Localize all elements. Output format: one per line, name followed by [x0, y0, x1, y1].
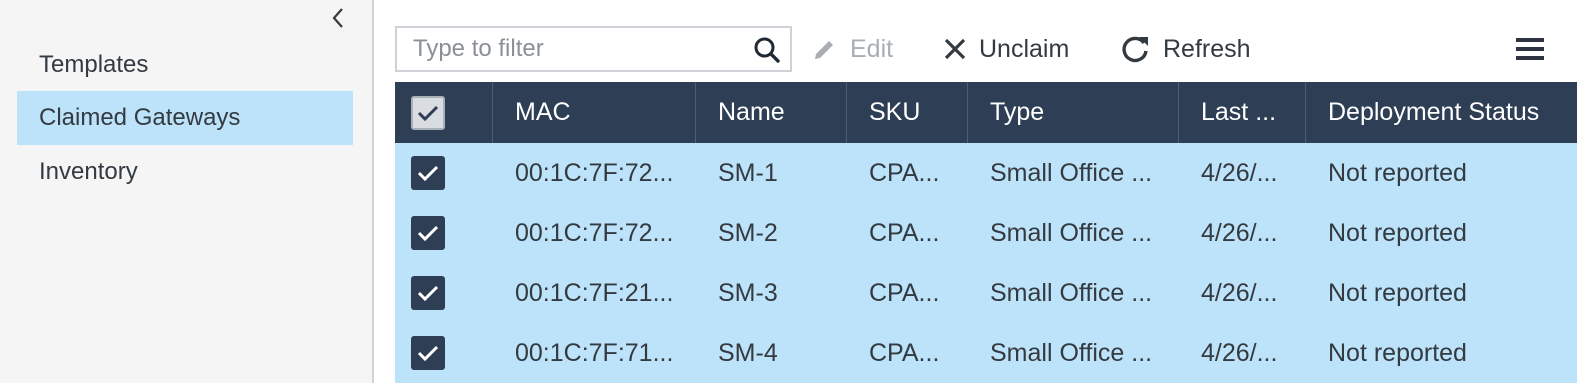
check-icon	[417, 285, 439, 302]
edit-button[interactable]: Edit	[812, 26, 893, 72]
cell-name: SM-2	[718, 218, 778, 247]
unclaim-label: Unclaim	[979, 34, 1070, 63]
sidebar-item-templates[interactable]: Templates	[17, 38, 353, 92]
refresh-button[interactable]: Refresh	[1119, 26, 1251, 72]
table-row[interactable]: 00:1C:7F:72... SM-2 CPA... Small Office ...…	[395, 203, 1577, 263]
column-header-label: Type	[990, 98, 1045, 126]
cell-type: Small Office ...	[990, 218, 1153, 247]
cell-deployment-status: Not reported	[1328, 278, 1467, 307]
row-checkbox[interactable]	[411, 156, 445, 190]
cell-mac: 00:1C:7F:21...	[515, 278, 674, 307]
table-row[interactable]: 00:1C:7F:21... SM-3 CPA... Small Office ...…	[395, 263, 1577, 323]
table-header: MAC Name SKU Type Last ... Deployment St…	[395, 82, 1577, 143]
column-header-label: SKU	[869, 98, 921, 126]
table-row[interactable]: 00:1C:7F:72... SM-1 CPA... Small Office ...…	[395, 143, 1577, 203]
cell-deployment-status: Not reported	[1328, 218, 1467, 247]
cell-sku: CPA...	[869, 158, 940, 187]
sidebar-item-label: Claimed Gateways	[39, 104, 241, 131]
sidebar-item-label: Inventory	[39, 158, 138, 185]
check-icon	[417, 225, 439, 242]
chevron-left-icon	[332, 8, 343, 28]
column-header-label: Name	[718, 98, 785, 126]
column-header-mac[interactable]: MAC	[493, 82, 696, 143]
column-header-name[interactable]: Name	[696, 82, 847, 143]
cell-deployment-status: Not reported	[1328, 338, 1467, 367]
sidebar: Templates Claimed Gateways Inventory	[0, 0, 374, 383]
filter-box	[395, 26, 792, 72]
check-icon	[417, 345, 439, 362]
column-header-last[interactable]: Last ...	[1179, 82, 1306, 143]
row-checkbox[interactable]	[411, 216, 445, 250]
cell-name: SM-3	[718, 278, 778, 307]
sidebar-item-label: Templates	[39, 51, 149, 78]
select-all-header	[395, 82, 493, 143]
cell-sku: CPA...	[869, 218, 940, 247]
cell-last: 4/26/...	[1201, 338, 1278, 367]
collapse-sidebar-button[interactable]	[326, 4, 350, 32]
table-row[interactable]: 00:1C:7F:71... SM-4 CPA... Small Office ...…	[395, 323, 1577, 383]
menu-button[interactable]	[1514, 34, 1546, 64]
column-header-sku[interactable]: SKU	[847, 82, 968, 143]
refresh-icon	[1119, 33, 1151, 65]
cell-type: Small Office ...	[990, 158, 1153, 187]
cell-mac: 00:1C:7F:71...	[515, 338, 674, 367]
cell-name: SM-1	[718, 158, 778, 187]
unclaim-button[interactable]: Unclaim	[943, 26, 1069, 72]
cell-last: 4/26/...	[1201, 158, 1278, 187]
cell-last: 4/26/...	[1201, 278, 1278, 307]
pencil-icon	[812, 36, 838, 62]
sidebar-item-claimed-gateways[interactable]: Claimed Gateways	[17, 91, 353, 145]
gateways-table: MAC Name SKU Type Last ... Deployment St…	[395, 82, 1577, 383]
close-icon	[943, 37, 967, 61]
cell-type: Small Office ...	[990, 278, 1153, 307]
cell-name: SM-4	[718, 338, 778, 367]
cell-mac: 00:1C:7F:72...	[515, 158, 674, 187]
hamburger-menu-icon	[1516, 38, 1544, 60]
cell-sku: CPA...	[869, 278, 940, 307]
search-button[interactable]	[752, 35, 782, 65]
cell-type: Small Office ...	[990, 338, 1153, 367]
select-all-checkbox[interactable]	[411, 96, 445, 130]
search-icon	[754, 37, 780, 63]
row-checkbox[interactable]	[411, 336, 445, 370]
edit-label: Edit	[850, 34, 894, 63]
column-header-deployment-status[interactable]: Deployment Status	[1306, 82, 1577, 143]
column-header-label: Deployment Status	[1328, 98, 1540, 126]
cell-deployment-status: Not reported	[1328, 158, 1467, 187]
column-header-label: Last ...	[1201, 98, 1277, 126]
sidebar-item-inventory[interactable]: Inventory	[17, 145, 353, 199]
check-icon	[417, 105, 439, 122]
column-header-type[interactable]: Type	[968, 82, 1179, 143]
row-checkbox[interactable]	[411, 276, 445, 310]
cell-sku: CPA...	[869, 338, 940, 367]
refresh-label: Refresh	[1163, 34, 1251, 63]
cell-mac: 00:1C:7F:72...	[515, 218, 674, 247]
filter-input[interactable]	[397, 28, 737, 70]
check-icon	[417, 165, 439, 182]
column-header-label: MAC	[515, 98, 571, 126]
cell-last: 4/26/...	[1201, 218, 1278, 247]
